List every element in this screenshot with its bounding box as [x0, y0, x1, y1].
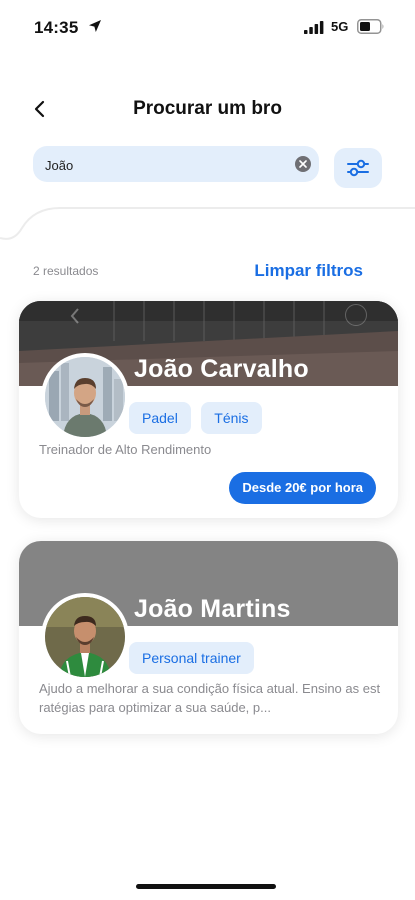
price-button[interactable]: Desde 20€ por hora — [229, 472, 376, 504]
clear-icon — [299, 160, 307, 168]
result-card[interactable]: João Carvalho Padel Ténis Treinador de A… — [19, 301, 398, 518]
filter-button[interactable] — [334, 148, 382, 188]
tag-chip: Ténis — [201, 402, 262, 434]
location-arrow-icon — [89, 20, 101, 32]
tag-list: Padel Ténis — [129, 402, 268, 434]
profile-description: Treinador de Alto Rendimento — [39, 442, 212, 457]
status-bar: 14:35 5G — [0, 0, 415, 56]
signal-icon — [304, 21, 324, 34]
result-card[interactable]: João Martins Personal trainer Ajudo a me… — [19, 541, 398, 734]
profile-name: João Carvalho — [134, 355, 309, 383]
filter-icon — [347, 159, 369, 177]
network-label: 5G — [331, 19, 349, 34]
avatar-photo — [45, 597, 125, 677]
tag-chip: Padel — [129, 402, 191, 434]
profile-name: João Martins — [134, 595, 291, 623]
avatar — [41, 593, 129, 681]
avatar-photo — [45, 357, 125, 437]
banner-indicator-icon — [345, 304, 367, 326]
search-bar — [33, 146, 319, 184]
home-indicator[interactable] — [136, 884, 276, 889]
battery-icon — [357, 19, 384, 34]
clear-search-button[interactable] — [295, 156, 311, 172]
page-title: Procurar um bro — [133, 98, 282, 119]
clear-filters-link[interactable]: Limpar filtros — [254, 261, 363, 281]
tag-list: Personal trainer — [129, 642, 260, 674]
banner-prev-icon — [70, 308, 79, 324]
sheet-edge-decoration — [0, 207, 415, 240]
profile-description: Ajudo a melhorar a sua condição física a… — [39, 681, 381, 715]
results-count: 2 resultados — [33, 264, 99, 278]
search-input[interactable] — [43, 146, 287, 184]
tag-chip: Personal trainer — [129, 642, 254, 674]
avatar — [41, 353, 129, 441]
status-time: 14:35 — [34, 18, 79, 37]
